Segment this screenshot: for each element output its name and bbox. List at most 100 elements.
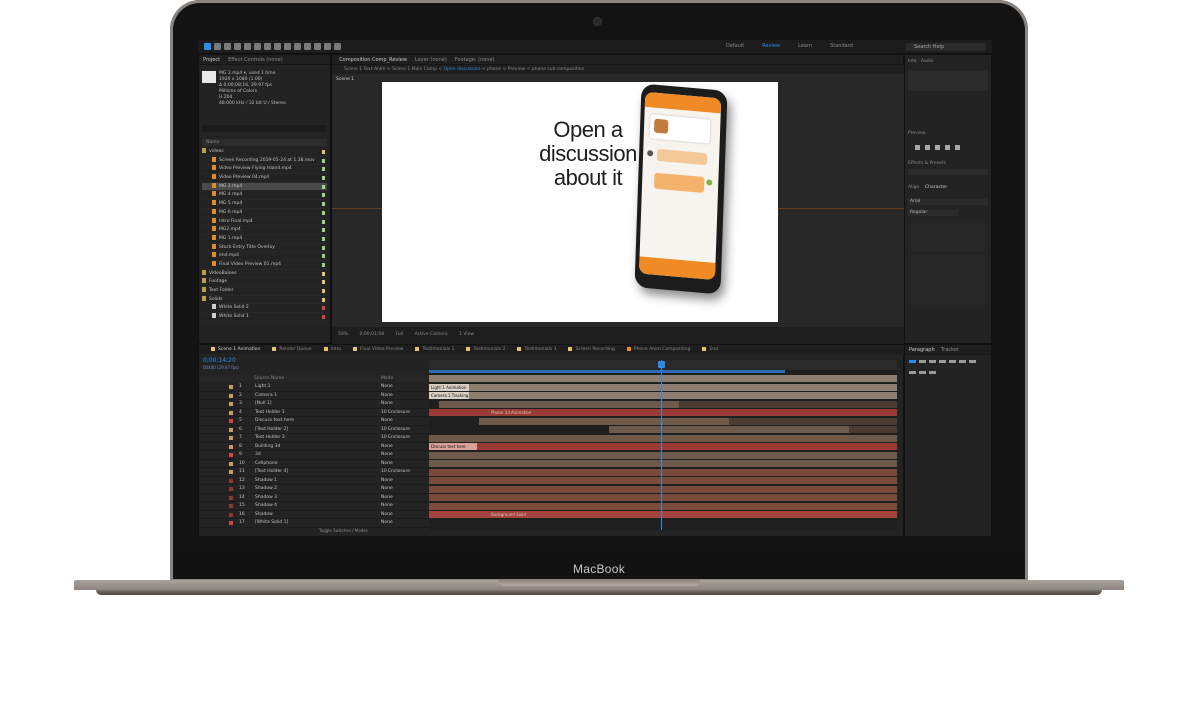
timeline-tab[interactable]: Testimonials 3 <box>517 345 556 354</box>
search-help-input[interactable]: Search Help <box>906 43 986 51</box>
project-item[interactable]: MG2.mp4 <box>202 226 327 235</box>
label-color-swatch[interactable] <box>322 271 325 276</box>
project-item[interactable]: videos <box>202 148 327 157</box>
project-item[interactable]: Text Folder <box>202 287 327 296</box>
timeline-tab[interactable]: Intro <box>323 345 341 354</box>
timeline-layer-row[interactable]: 3 [Null 1] None <box>199 400 429 409</box>
column-source-name[interactable]: Source Name <box>254 376 284 381</box>
font-style-select[interactable]: Regular <box>908 210 958 216</box>
label-color-swatch[interactable] <box>322 236 325 241</box>
layer-duration-bar[interactable] <box>729 417 897 425</box>
play-icon[interactable] <box>935 145 940 150</box>
first-frame-icon[interactable] <box>915 145 920 150</box>
timeline-tracks[interactable]: Light 1 Animation Camera 1 Tracking Discus… <box>429 360 897 530</box>
project-item[interactable]: MG 1.mp4 <box>202 234 327 244</box>
breadcrumb-item[interactable]: Preview <box>508 67 526 72</box>
layer-label-color[interactable] <box>229 436 233 440</box>
project-item[interactable]: Footage <box>202 278 327 287</box>
camera-select[interactable]: Active Camera <box>415 332 448 337</box>
label-color-swatch[interactable] <box>322 315 325 320</box>
timeline-layer-row[interactable]: 2 Camera 1 None <box>199 392 429 400</box>
rectangle-tool-icon[interactable] <box>264 43 271 50</box>
timeline-layer-row[interactable]: 15 Shadow 4 None <box>199 502 429 511</box>
tab-effect-controls[interactable]: Effect Controls (none) <box>228 57 283 63</box>
timeline-tab[interactable]: End <box>702 345 718 354</box>
label-color-swatch[interactable] <box>322 158 325 163</box>
indent-right-icon[interactable] <box>919 371 926 374</box>
label-color-swatch[interactable] <box>322 306 325 311</box>
layer-duration-bar[interactable] <box>479 417 729 425</box>
project-item[interactable]: MG 4.mp4 <box>202 191 327 201</box>
label-color-swatch[interactable] <box>322 254 325 259</box>
align-left-icon[interactable] <box>909 360 916 363</box>
project-item[interactable]: MG 6.mp4 <box>202 208 327 218</box>
project-item[interactable]: Stock Entry Title Overlay <box>202 243 327 253</box>
label-color-swatch[interactable] <box>322 289 325 293</box>
tab-project[interactable]: Project <box>203 57 220 63</box>
project-item[interactable]: MG 3.mp4 <box>202 182 327 192</box>
tab-info[interactable]: Info Audio <box>908 59 934 64</box>
indent-left-icon[interactable] <box>909 371 916 374</box>
timeline-tab[interactable]: Final Video Preview <box>353 345 403 354</box>
time-display[interactable]: 0;00;01;08 <box>359 332 384 337</box>
layer-duration-bar[interactable] <box>429 477 897 484</box>
justify-center-icon[interactable] <box>949 360 956 363</box>
tab-preview[interactable]: Preview <box>908 131 926 136</box>
justify-all-icon[interactable] <box>969 360 976 363</box>
hand-tool-icon[interactable] <box>214 43 221 50</box>
tab-tracker[interactable]: Tracker <box>941 347 959 353</box>
layer-label-color[interactable] <box>229 393 233 398</box>
label-color-swatch[interactable] <box>322 245 325 250</box>
layer-mode-select[interactable]: 10 Enclosure <box>381 409 410 418</box>
timeline-layer-row[interactable]: 13 Shadow 2 None <box>199 485 429 494</box>
layer-mode-select[interactable]: None <box>381 477 393 486</box>
label-color-swatch[interactable] <box>322 167 325 172</box>
layer-duration-bar[interactable] <box>679 400 897 408</box>
character-settings[interactable] <box>908 223 988 251</box>
puppet-tool-icon[interactable] <box>334 43 341 50</box>
layer-mode-select[interactable]: 10 Enclosure <box>381 434 410 443</box>
next-frame-icon[interactable] <box>945 145 950 150</box>
layer-mode-select[interactable]: None <box>381 383 393 392</box>
label-color-swatch[interactable] <box>322 150 325 154</box>
layer-mode-select[interactable]: None <box>381 451 393 460</box>
timeline-layer-row[interactable]: 17 [White Solid 1] None <box>199 519 429 528</box>
composition-canvas[interactable]: Open a discussion about it <box>382 82 778 322</box>
project-item[interactable]: Solids <box>202 295 327 305</box>
layer-duration-bar[interactable] <box>849 426 897 433</box>
layer-duration-bar[interactable] <box>609 426 849 433</box>
label-color-swatch[interactable] <box>322 280 325 285</box>
pan-behind-tool-icon[interactable] <box>254 43 261 50</box>
timeline-layer-row[interactable]: 14 Shadow 3 None <box>199 494 429 502</box>
breadcrumb-item[interactable]: phone <box>487 67 501 72</box>
layer-duration-bar[interactable] <box>477 443 897 450</box>
layer-mode-select[interactable]: None <box>381 485 393 494</box>
camera-tool-icon[interactable] <box>244 43 251 50</box>
label-color-swatch[interactable] <box>322 262 325 267</box>
tab-effects-presets[interactable]: Effects & Presets <box>908 161 946 166</box>
layer-mode-select[interactable]: None <box>381 443 393 452</box>
layer-duration-bar[interactable] <box>469 383 897 391</box>
timeline-tab[interactable]: Render Queue <box>272 345 312 354</box>
timeline-tab[interactable]: Testimonials 2 <box>466 345 505 354</box>
align-center-icon[interactable] <box>919 360 926 363</box>
tab-paragraph[interactable]: Paragraph <box>909 347 935 353</box>
timeline-layer-row[interactable]: 4 Text Holder 1 10 Enclosure <box>199 409 429 418</box>
layer-label-color[interactable] <box>229 478 233 483</box>
playhead-line[interactable] <box>661 360 662 530</box>
label-color-swatch[interactable] <box>322 297 325 302</box>
layer-mode-select[interactable]: 10 Enclosure <box>381 468 410 477</box>
layer-label-color[interactable] <box>229 470 233 474</box>
layer-duration-bar[interactable] <box>429 375 897 382</box>
effects-search-input[interactable] <box>908 169 988 175</box>
zoom-select[interactable]: 50% <box>338 332 348 337</box>
project-item[interactable]: Screen Recording 2019-05-24 at 1.38.mov <box>202 156 327 166</box>
layer-duration-bar[interactable] <box>429 485 897 493</box>
layer-duration-bar[interactable] <box>429 434 897 442</box>
layer-label-color[interactable] <box>229 521 233 525</box>
last-frame-icon[interactable] <box>955 145 960 150</box>
eraser-tool-icon[interactable] <box>314 43 321 50</box>
work-area-bar[interactable] <box>429 370 785 373</box>
layer-mode-select[interactable]: None <box>381 511 393 520</box>
tab-composition[interactable]: Composition Comp_Review <box>339 57 407 63</box>
